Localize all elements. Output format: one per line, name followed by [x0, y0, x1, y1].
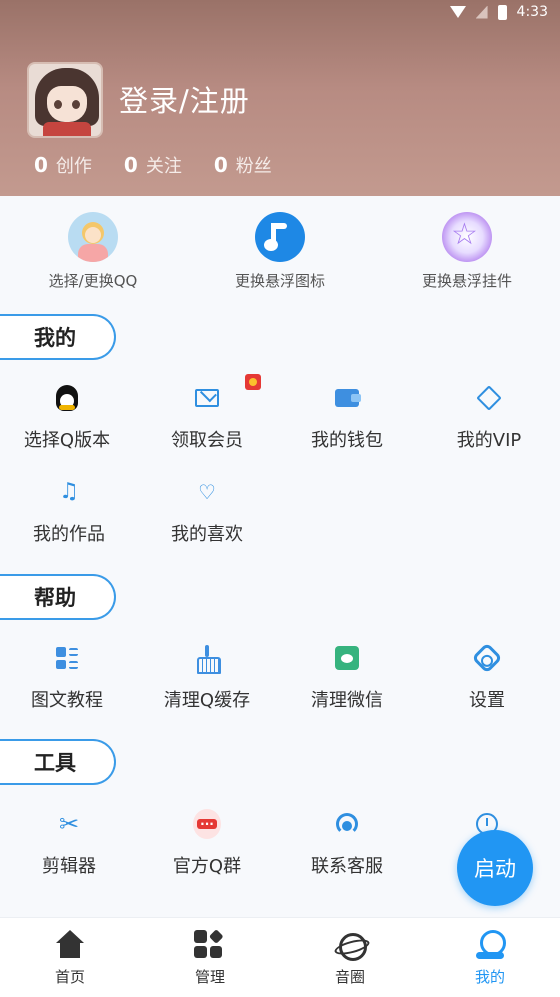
scissors-icon: ✂	[58, 810, 80, 838]
user-icon	[474, 930, 506, 960]
section-title-tools: 工具	[0, 739, 116, 785]
profile-header: 4:33 登录/注册 0 创作 0 关注 0 粉丝	[0, 0, 560, 196]
stat-following[interactable]: 0 关注	[124, 152, 182, 178]
home-icon	[54, 930, 86, 960]
my-vip-button[interactable]: 我的VIP	[419, 384, 559, 452]
wallet-icon	[335, 389, 361, 407]
quick-actions: 选择/更换QQ 更换悬浮图标 ☆ 更换悬浮挂件	[0, 196, 560, 306]
broom-icon	[197, 645, 221, 674]
music-note-icon	[255, 212, 305, 262]
editor-button[interactable]: ✂ 剪辑器	[0, 810, 139, 878]
bottom-nav: 首页 管理 音圈 我的	[0, 917, 560, 997]
nav-me[interactable]: 我的	[420, 918, 560, 997]
login-register-link[interactable]: 登录/注册	[119, 78, 250, 120]
star-pendant-icon: ☆	[442, 212, 492, 262]
envelope-icon	[195, 389, 219, 407]
chat-bubble-icon	[193, 809, 221, 839]
signal-icon	[475, 5, 488, 19]
stat-works[interactable]: 0 创作	[34, 152, 92, 178]
official-q-group-button[interactable]: 官方Q群	[137, 809, 277, 878]
planet-icon	[334, 930, 367, 961]
status-bar: 4:33	[449, 3, 548, 21]
gear-icon	[471, 642, 503, 674]
stat-fans[interactable]: 0 粉丝	[214, 152, 272, 178]
profile-stats: 0 创作 0 关注 0 粉丝	[34, 152, 272, 178]
nav-home[interactable]: 首页	[0, 918, 140, 997]
apps-grid-icon	[194, 929, 223, 958]
qq-penguin-icon	[56, 385, 78, 411]
list-grid-icon	[56, 647, 78, 669]
battery-icon	[497, 4, 507, 20]
select-q-version-button[interactable]: 选择Q版本	[0, 384, 137, 452]
diamond-icon	[476, 385, 502, 411]
headset-icon	[336, 813, 358, 835]
status-time: 4:33	[516, 4, 548, 20]
nav-manage[interactable]: 管理	[140, 918, 280, 997]
avatar[interactable]	[27, 62, 103, 138]
music-note-icon: ♫	[59, 479, 79, 504]
wechat-icon	[335, 646, 359, 670]
clear-wechat-button[interactable]: 清理微信	[277, 644, 417, 712]
section-title-help: 帮助	[0, 574, 116, 620]
change-float-pendant-button[interactable]: ☆ 更换悬浮挂件	[382, 212, 552, 291]
clear-qq-cache-button[interactable]: 清理Q缓存	[137, 644, 277, 712]
wifi-icon	[449, 6, 466, 18]
choose-qq-button[interactable]: 选择/更换QQ	[8, 212, 178, 291]
contact-support-button[interactable]: 联系客服	[277, 810, 417, 878]
settings-button[interactable]: 设置	[417, 642, 557, 712]
change-float-icon-button[interactable]: 更换悬浮图标	[195, 212, 365, 291]
my-likes-button[interactable]: ♡ 我的喜欢	[137, 478, 277, 546]
my-wallet-button[interactable]: 我的钱包	[277, 384, 417, 452]
section-title-mine: 我的	[0, 314, 116, 360]
my-works-button[interactable]: ♫ 我的作品	[0, 478, 139, 546]
qq-avatar-icon	[68, 212, 118, 262]
nav-music-circle[interactable]: 音圈	[280, 918, 420, 997]
hearts-icon: ♡	[198, 480, 216, 504]
start-fab-button[interactable]: 启动	[457, 830, 533, 906]
red-packet-badge-icon	[245, 374, 261, 390]
tutorial-button[interactable]: 图文教程	[0, 644, 137, 712]
claim-membership-button[interactable]: 领取会员	[137, 374, 277, 452]
